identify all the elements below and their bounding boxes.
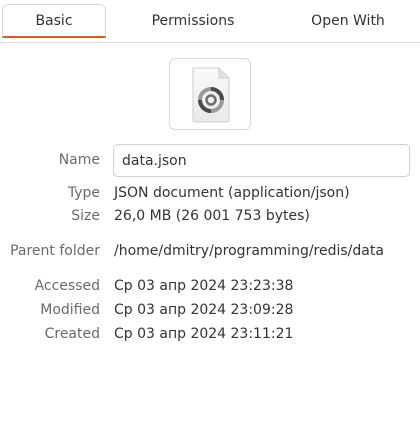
tab-bar: Basic Permissions Open With [0,0,420,43]
file-icon-button[interactable] [169,58,251,130]
size-label: Size [71,208,100,224]
type-value: JSON document (application/json) [114,185,350,201]
file-properties-page: Basic Permissions Open With Name Type JS… [0,0,420,434]
name-label: Name [58,152,100,168]
parent-folder-value[interactable]: /home/dmitry/programming/redis/data [114,243,384,259]
tab-open-with[interactable]: Open With [296,4,400,38]
accessed-label: Accessed [34,278,100,294]
tab-permissions[interactable]: Permissions [132,4,254,38]
parent-folder-label: Parent folder [10,243,100,259]
created-label: Created [44,326,100,342]
modified-value: Ср 03 апр 2024 23:09:28 [114,302,294,318]
name-field[interactable] [113,144,410,177]
created-value: Ср 03 апр 2024 23:11:21 [114,326,294,342]
accessed-value: Ср 03 апр 2024 23:23:38 [114,278,294,294]
tab-basic[interactable]: Basic [2,4,106,38]
json-file-icon [192,67,230,123]
modified-label: Modified [40,302,100,318]
type-label: Type [67,185,100,201]
size-value: 26,0 MB (26 001 753 bytes) [114,208,310,224]
